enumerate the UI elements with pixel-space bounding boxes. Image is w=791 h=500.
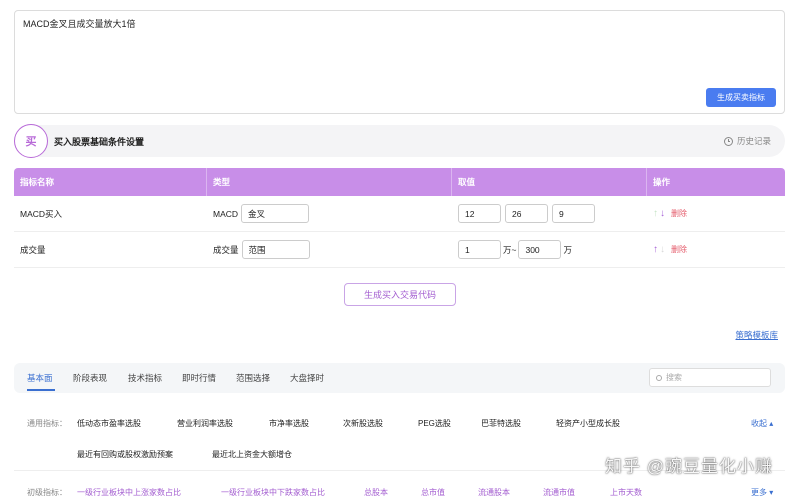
type-select[interactable]: 金叉: [241, 204, 310, 223]
row-action-cell: ↑ ↓ 删除: [647, 196, 785, 231]
buy-badge: 买: [14, 124, 48, 158]
delete-button[interactable]: 删除: [671, 208, 687, 219]
common-indicator-item[interactable]: 低动态市盈率选股: [77, 418, 141, 429]
row-value-cell: 12 26 9: [452, 196, 647, 231]
prompt-text: MACD金叉且成交量放大1倍: [23, 19, 136, 29]
common-indicator-item[interactable]: 营业利润率选股: [177, 418, 233, 429]
search-placeholder: 搜索: [666, 373, 682, 382]
tab-fundamentals[interactable]: 基本面: [27, 372, 53, 384]
common-indicator-item[interactable]: 巴菲特选股: [481, 418, 521, 429]
strategy-template-link[interactable]: 策略模板库: [735, 329, 778, 341]
move-down-icon[interactable]: ↓: [660, 208, 665, 219]
tab-technical[interactable]: 技术指标: [128, 372, 162, 384]
type-label: MACD: [213, 208, 239, 219]
row-type-cell: MACD 金叉: [207, 196, 452, 231]
active-tab-indicator: [27, 389, 55, 391]
common-indicator-item[interactable]: 最近北上资金大额增仓: [212, 449, 292, 460]
chevron-up-icon: ▴: [769, 419, 774, 428]
history-link[interactable]: 历史记录: [723, 135, 771, 147]
basic-indicator-item[interactable]: 流通股本: [478, 487, 510, 498]
tab-realtime[interactable]: 即时行情: [182, 372, 216, 384]
basic-indicators-label: 初级指标：: [27, 488, 67, 497]
basic-indicator-item[interactable]: 一级行业板块中下跌家数占比: [221, 487, 325, 498]
tab-market-timing[interactable]: 大盘择时: [290, 372, 324, 384]
clock-icon: [723, 136, 733, 146]
history-label: 历史记录: [736, 136, 771, 146]
basic-indicator-item[interactable]: 一级行业板块中上涨家数占比: [77, 487, 181, 498]
tab-stage-performance[interactable]: 阶段表现: [73, 372, 107, 384]
common-indicators-label: 通用指标：: [27, 419, 67, 428]
common-indicator-item[interactable]: 市净率选股: [269, 418, 309, 429]
macd-fast-input[interactable]: 12: [458, 204, 501, 223]
collapse-label: 收起: [751, 419, 767, 428]
table-header: 指标名称 类型 取值 操作: [14, 168, 785, 196]
row-name: MACD买入: [20, 208, 63, 219]
move-up-icon[interactable]: ↑: [653, 244, 658, 255]
header-action: 操作: [653, 177, 671, 187]
section-header: 买 买入股票基础条件设置 历史记录: [14, 124, 785, 158]
section-title: 买入股票基础条件设置: [54, 137, 145, 147]
volume-max-input[interactable]: 300: [518, 240, 562, 259]
generate-signal-button[interactable]: 生成买卖指标: [706, 88, 776, 107]
generate-code-button[interactable]: 生成买入交易代码: [344, 283, 456, 306]
macd-slow-input[interactable]: 26: [505, 204, 548, 223]
basic-indicator-item[interactable]: 上市天数: [610, 487, 642, 498]
more-link[interactable]: 更多 ▾: [751, 487, 773, 498]
delete-button[interactable]: 删除: [671, 244, 687, 255]
unit-mid: 万~: [503, 244, 517, 255]
basic-indicator-item[interactable]: 总股本: [364, 487, 388, 498]
tab-range[interactable]: 范围选择: [236, 372, 270, 384]
watermark: 知乎 @豌豆量化小赚: [605, 457, 773, 476]
more-label: 更多: [751, 488, 767, 497]
header-value: 取值: [452, 168, 647, 196]
row-action-cell: ↑ ↓ 删除: [647, 232, 785, 267]
indicator-tabs: 基本面 阶段表现 技术指标 即时行情 范围选择 大盘择时 搜索: [14, 363, 785, 393]
type-select[interactable]: 范围: [241, 240, 310, 259]
table-row: MACD买入 MACD 金叉 12 26 9 ↑ ↓ 删除: [14, 196, 785, 232]
header-type: 类型: [207, 168, 452, 196]
collapse-link[interactable]: 收起 ▴: [751, 418, 773, 429]
basic-indicator-item[interactable]: 流通市值: [543, 487, 575, 498]
table-row: 成交量 成交量 范围 1 万~ 300 万 ↑ ↓ 删除: [14, 232, 785, 268]
common-indicator-item[interactable]: 最近有回购或股权激励预案: [77, 449, 173, 460]
macd-signal-input[interactable]: 9: [552, 204, 595, 223]
common-indicator-item[interactable]: PEG选股: [418, 418, 451, 429]
strategy-prompt-textarea[interactable]: MACD金叉且成交量放大1倍 生成买卖指标: [14, 10, 785, 114]
volume-min-input[interactable]: 1: [458, 240, 501, 259]
chevron-down-icon: ▾: [769, 488, 774, 497]
type-label: 成交量: [213, 244, 239, 255]
move-down-icon[interactable]: ↓: [660, 244, 665, 255]
search-icon: [656, 374, 662, 381]
conditions-table: 指标名称 类型 取值 操作 MACD买入 MACD 金叉 12 26 9 ↑ ↓…: [14, 168, 785, 268]
common-indicator-item[interactable]: 轻资产小型成长股: [556, 418, 620, 429]
search-input[interactable]: 搜索: [649, 368, 771, 387]
move-up-icon[interactable]: ↑: [653, 208, 658, 219]
common-indicator-item[interactable]: 次新股选股: [343, 418, 383, 429]
unit-end: 万: [563, 244, 572, 255]
row-name: 成交量: [20, 244, 46, 255]
row-value-cell: 1 万~ 300 万: [452, 232, 647, 267]
basic-indicator-item[interactable]: 总市值: [421, 487, 445, 498]
row-type-cell: 成交量 范围: [207, 232, 452, 267]
header-name: 指标名称: [14, 168, 207, 196]
